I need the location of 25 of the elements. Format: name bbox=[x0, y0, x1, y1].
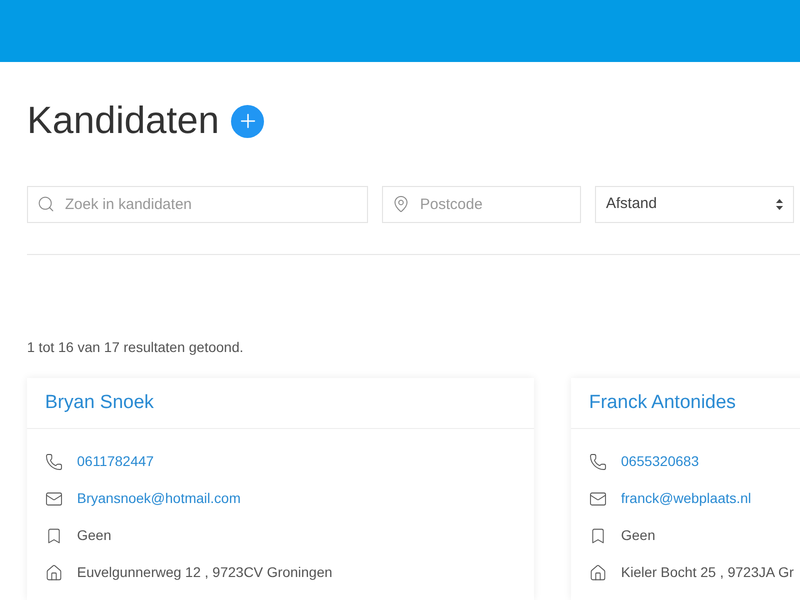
page-title: Kandidaten bbox=[27, 102, 220, 140]
tag-text: Geen bbox=[621, 526, 656, 545]
email-link[interactable]: franck@webplaats.nl bbox=[621, 488, 752, 509]
phone-link[interactable]: 0655320683 bbox=[621, 451, 699, 472]
mail-icon bbox=[45, 490, 63, 508]
phone-link[interactable]: 0611782447 bbox=[77, 451, 154, 472]
postcode-field[interactable]: Postcode bbox=[382, 186, 581, 223]
house-icon bbox=[589, 564, 607, 582]
results-summary: 1 tot 16 van 17 resultaten getoond. bbox=[27, 338, 244, 357]
location-pin-icon bbox=[392, 195, 410, 213]
sort-arrows-icon bbox=[776, 199, 783, 210]
search-icon bbox=[37, 195, 55, 213]
address-text: Kieler Bocht 25 , 9723JA Gr bbox=[621, 563, 794, 582]
house-icon bbox=[45, 564, 63, 582]
address-text: Euvelgunnerweg 12 , 9723CV Groningen bbox=[77, 563, 332, 582]
candidate-name[interactable]: Franck Antonides bbox=[589, 388, 736, 418]
tag-text: Geen bbox=[77, 526, 112, 545]
email-link[interactable]: Bryansnoek@hotmail.com bbox=[77, 488, 241, 509]
mail-icon bbox=[589, 490, 607, 508]
distance-select[interactable]: Afstand bbox=[595, 186, 794, 223]
search-field[interactable]: Zoek in kandidaten bbox=[27, 186, 368, 223]
phone-icon bbox=[45, 452, 63, 470]
candidate-name[interactable]: Bryan Snoek bbox=[45, 388, 154, 418]
phone-icon bbox=[589, 452, 607, 470]
add-button[interactable] bbox=[231, 104, 264, 138]
